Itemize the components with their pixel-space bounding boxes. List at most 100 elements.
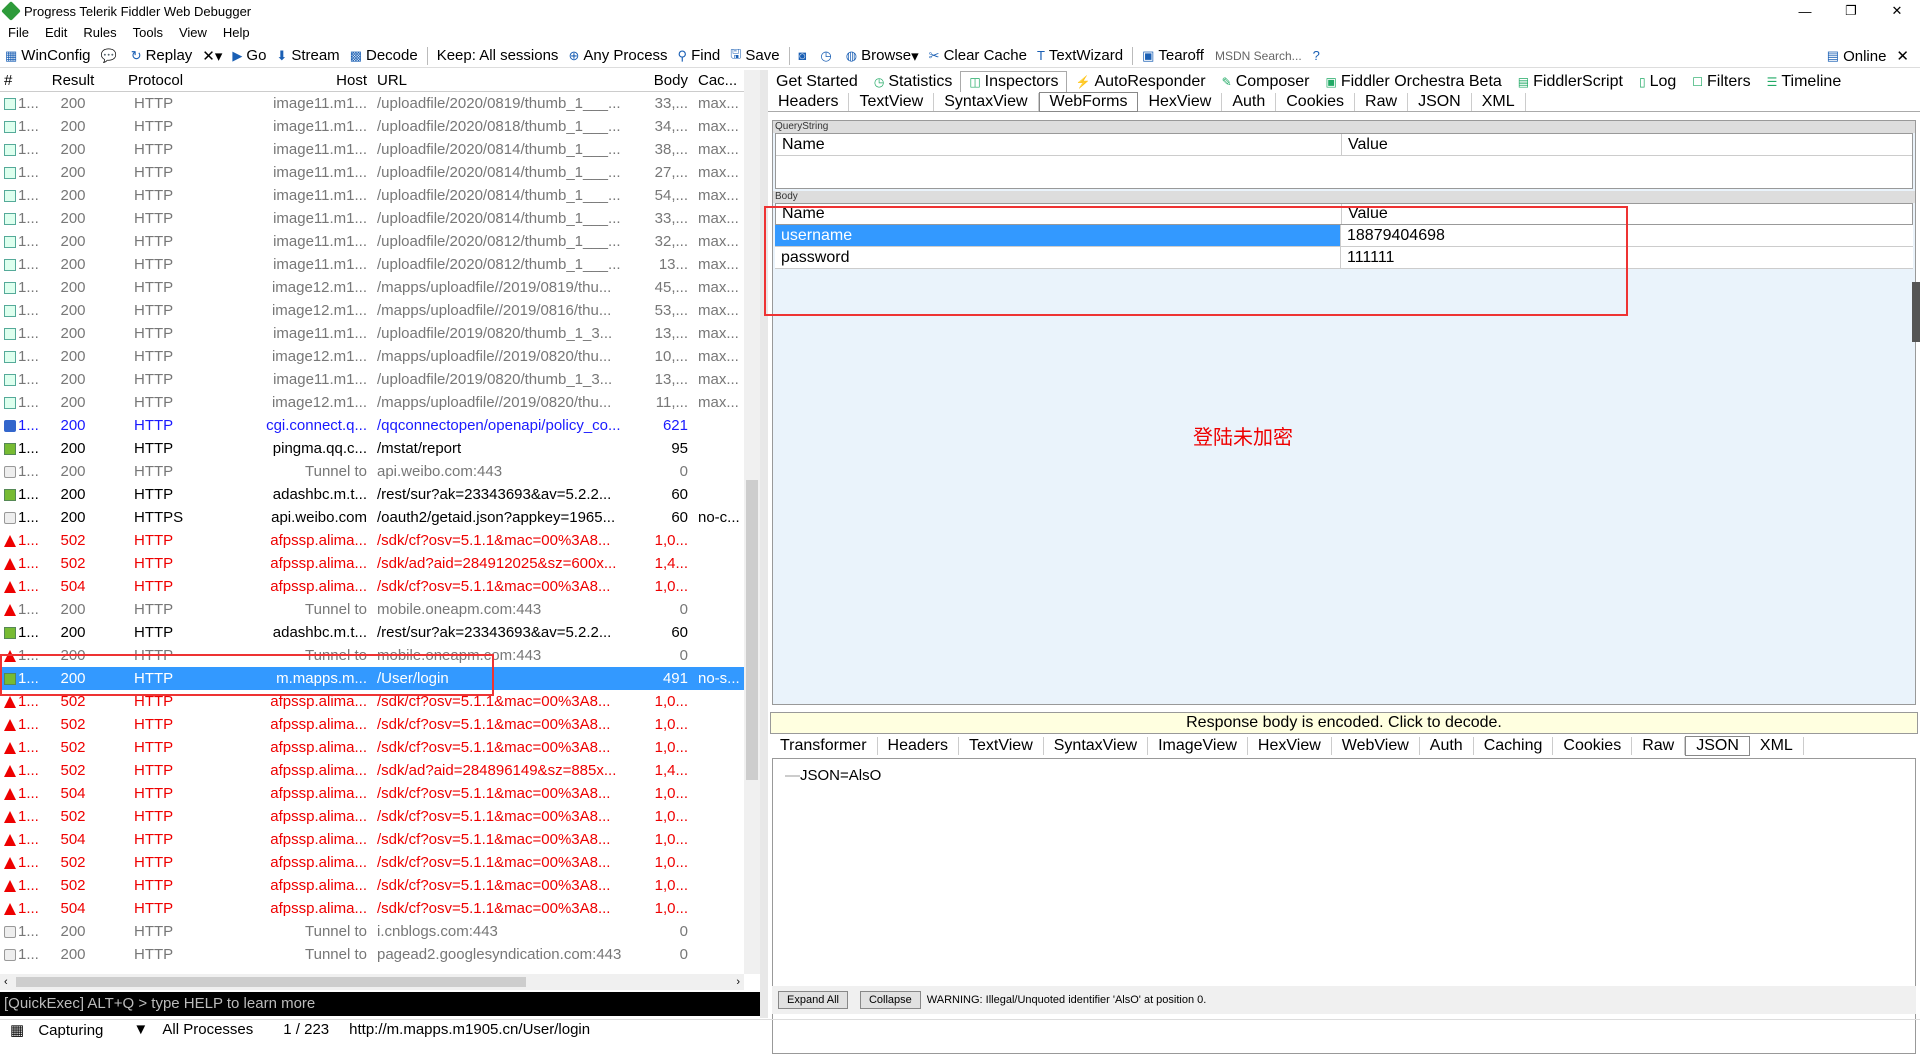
req-tab-raw[interactable]: Raw [1355,92,1409,111]
res-tab-syntaxview[interactable]: SyntaxView [1044,737,1149,755]
tab-fiddlerscript[interactable]: ▤ FiddlerScript [1510,72,1631,92]
maximize-button[interactable]: ❐ [1828,0,1874,22]
res-tab-json[interactable]: JSON [1685,736,1750,756]
session-row[interactable]: 1... 504 HTTP afpssp.alima... /sdk/cf?osv=5.… [0,782,760,805]
replay-button[interactable]: ↻ Replay [126,47,198,64]
clear-cache-button[interactable]: ✂ Clear Cache [924,47,1032,64]
req-tab-syntaxview[interactable]: SyntaxView [934,92,1039,111]
online-indicator[interactable]: ▤ Online [1822,48,1892,65]
tab-orchestra[interactable]: ▣ Fiddler Orchestra Beta [1318,72,1510,92]
res-tab-caching[interactable]: Caching [1474,737,1554,755]
req-tab-webforms[interactable]: WebForms [1038,91,1139,112]
session-row[interactable]: 1... 504 HTTP afpssp.alima... /sdk/cf?osv=5.… [0,828,760,851]
session-row[interactable]: 1... 200 HTTP image11.m1... /uploadfile/2020… [0,92,760,115]
tab-filters[interactable]: ☐ Filters [1684,72,1758,92]
col-cache[interactable]: Cac... [692,72,742,89]
col-body[interactable]: Body [640,72,692,89]
menu-view[interactable]: View [171,25,215,40]
req-tab-headers[interactable]: Headers [768,92,850,111]
browse-button[interactable]: ◍ Browse ▾ [841,47,924,65]
menu-help[interactable]: Help [215,25,258,40]
session-row[interactable]: 1... 502 HTTP afpssp.alima... /sdk/cf?osv=5.… [0,529,760,552]
session-row[interactable]: 1... 200 HTTP image12.m1... /mapps/uploadfil… [0,299,760,322]
find-button[interactable]: ⚲ Find [673,47,726,64]
keep-sessions-dropdown[interactable]: Keep: All sessions [432,47,564,64]
tab-inspectors[interactable]: ◫ Inspectors [960,71,1068,92]
res-tab-xml[interactable]: XML [1750,737,1804,755]
res-tab-cookies[interactable]: Cookies [1553,737,1633,755]
process-filter[interactable]: ▼ All Processes [123,1021,273,1038]
tab-composer[interactable]: ✎ Composer [1214,72,1318,92]
session-row[interactable]: 1... 200 HTTP image11.m1... /uploadfile/2020… [0,115,760,138]
stream-button[interactable]: ⬇ Stream [271,47,344,64]
session-row[interactable]: 1... 200 HTTP image11.m1... /uploadfile/2020… [0,161,760,184]
col-result[interactable]: Result [38,72,108,89]
session-row[interactable]: 1... 502 HTTP afpssp.alima... /sdk/cf?osv=5.… [0,805,760,828]
sessions-vertical-scrollbar[interactable] [744,70,760,974]
col-protocol[interactable]: Protocol [108,72,228,89]
res-tab-hexview[interactable]: HexView [1248,737,1332,755]
session-row[interactable]: 1... 200 HTTPS api.weibo.com/oauth2/getaid.… [0,506,760,529]
expand-all-button[interactable]: Expand All [778,991,848,1009]
menu-tools[interactable]: Tools [125,25,171,40]
screenshot-button[interactable]: ◙ [794,48,816,63]
tab-log[interactable]: ▯ Log [1631,72,1684,92]
session-row[interactable]: 1... 200 HTTP image12.m1... /mapps/uploadfil… [0,345,760,368]
decode-notice-bar[interactable]: Response body is encoded. Click to decod… [770,712,1918,734]
session-row[interactable]: 1... 200 HTTP image11.m1... /uploadfile/2019… [0,322,760,345]
col-host[interactable]: Host [228,72,373,89]
session-row[interactable]: 1... 200 HTTP image11.m1... /uploadfile/2020… [0,184,760,207]
session-row[interactable]: 1... 200 HTTP image11.m1... /uploadfile/2020… [0,253,760,276]
res-tab-imageview[interactable]: ImageView [1148,737,1248,755]
res-tab-auth[interactable]: Auth [1420,737,1474,755]
help-button[interactable]: ? [1308,48,1329,63]
session-row[interactable]: 1... 502 HTTP afpssp.alima... /sdk/cf?osv=5.… [0,736,760,759]
capturing-indicator[interactable]: ▦ Capturing [0,1021,123,1039]
res-tab-transformer[interactable]: Transformer [770,737,878,755]
remove-button[interactable]: ✕ ▾ [197,47,227,65]
session-row[interactable]: 1... 200 HTTP adashbc.m.t... /rest/sur?ak=23… [0,621,760,644]
sessions-horizontal-scrollbar[interactable]: ‹ › [0,974,744,990]
col-url[interactable]: URL [373,72,640,89]
session-row[interactable]: 1... 502 HTTP afpssp.alima... /sdk/cf?osv=5.… [0,851,760,874]
quickexec-input[interactable]: [QuickExec] ALT+Q > type HELP to learn m… [0,992,760,1016]
session-row[interactable]: 1... 200 HTTP image11.m1... /uploadfile/2020… [0,207,760,230]
minimize-button[interactable]: — [1782,0,1828,22]
go-button[interactable]: ▶ Go [227,47,271,64]
session-row[interactable]: 1... 502 HTTP afpssp.alima... /sdk/ad?aid=28… [0,552,760,575]
session-row[interactable]: 1... 200 HTTP image11.m1... /uploadfile/2019… [0,368,760,391]
req-tab-auth[interactable]: Auth [1222,92,1277,111]
col-id[interactable]: # [0,72,38,89]
session-row[interactable]: 1... 200 HTTP image12.m1... /mapps/uploadfil… [0,391,760,414]
res-tab-textview[interactable]: TextView [959,737,1044,755]
session-row[interactable]: 1... 200 HTTP Tunnel to i.cnblogs.com:443 0 [0,920,760,943]
menu-rules[interactable]: Rules [75,25,124,40]
session-row[interactable]: 1... 200 HTTP image11.m1... /uploadfile/2020… [0,138,760,161]
json-tree-node[interactable]: —JSON=AlsO [785,767,881,784]
any-process-button[interactable]: ⊕ Any Process [563,47,672,64]
session-row[interactable]: 1... 504 HTTP afpssp.alima... /sdk/cf?osv=5.… [0,575,760,598]
collapse-button[interactable]: Collapse [859,991,921,1009]
session-row[interactable]: 1... 504 HTTP afpssp.alima... /sdk/cf?osv=5.… [0,897,760,920]
req-tab-xml[interactable]: XML [1472,92,1526,111]
msdn-search-input[interactable]: MSDN Search... [1209,49,1308,63]
toolbar-close-button[interactable]: ✕ [1891,47,1914,65]
session-row[interactable]: 1... 200 HTTP Tunnel to pagead2.googlesyndic… [0,943,760,966]
tab-statistics[interactable]: ◷ Statistics [866,72,961,92]
session-row[interactable]: 1... 200 HTTP Tunnel to api.weibo.com:443 0 [0,460,760,483]
tab-get-started[interactable]: Get Started [768,72,866,92]
textwizard-button[interactable]: T TextWizard [1032,47,1128,64]
res-tab-headers[interactable]: Headers [878,737,960,755]
session-row[interactable]: 1... 200 HTTP image12.m1... /mapps/uploadfil… [0,276,760,299]
menu-file[interactable]: File [0,25,37,40]
session-row[interactable]: 1... 502 HTTP afpssp.alima... /sdk/cf?osv=5.… [0,713,760,736]
session-row[interactable]: 1... 502 HTTP afpssp.alima... /sdk/ad?aid=28… [0,759,760,782]
req-tab-hexview[interactable]: HexView [1138,92,1223,111]
save-button[interactable]: 🖫 Save [725,45,784,67]
req-tab-textview[interactable]: TextView [849,92,935,111]
comment-button[interactable]: 💬 [96,48,126,64]
timer-button[interactable]: ◷ [815,48,840,64]
tab-autoresponder[interactable]: ⚡ AutoResponder [1067,72,1213,92]
req-tab-json[interactable]: JSON [1408,92,1472,111]
tab-timeline[interactable]: ☰ Timeline [1759,72,1850,92]
